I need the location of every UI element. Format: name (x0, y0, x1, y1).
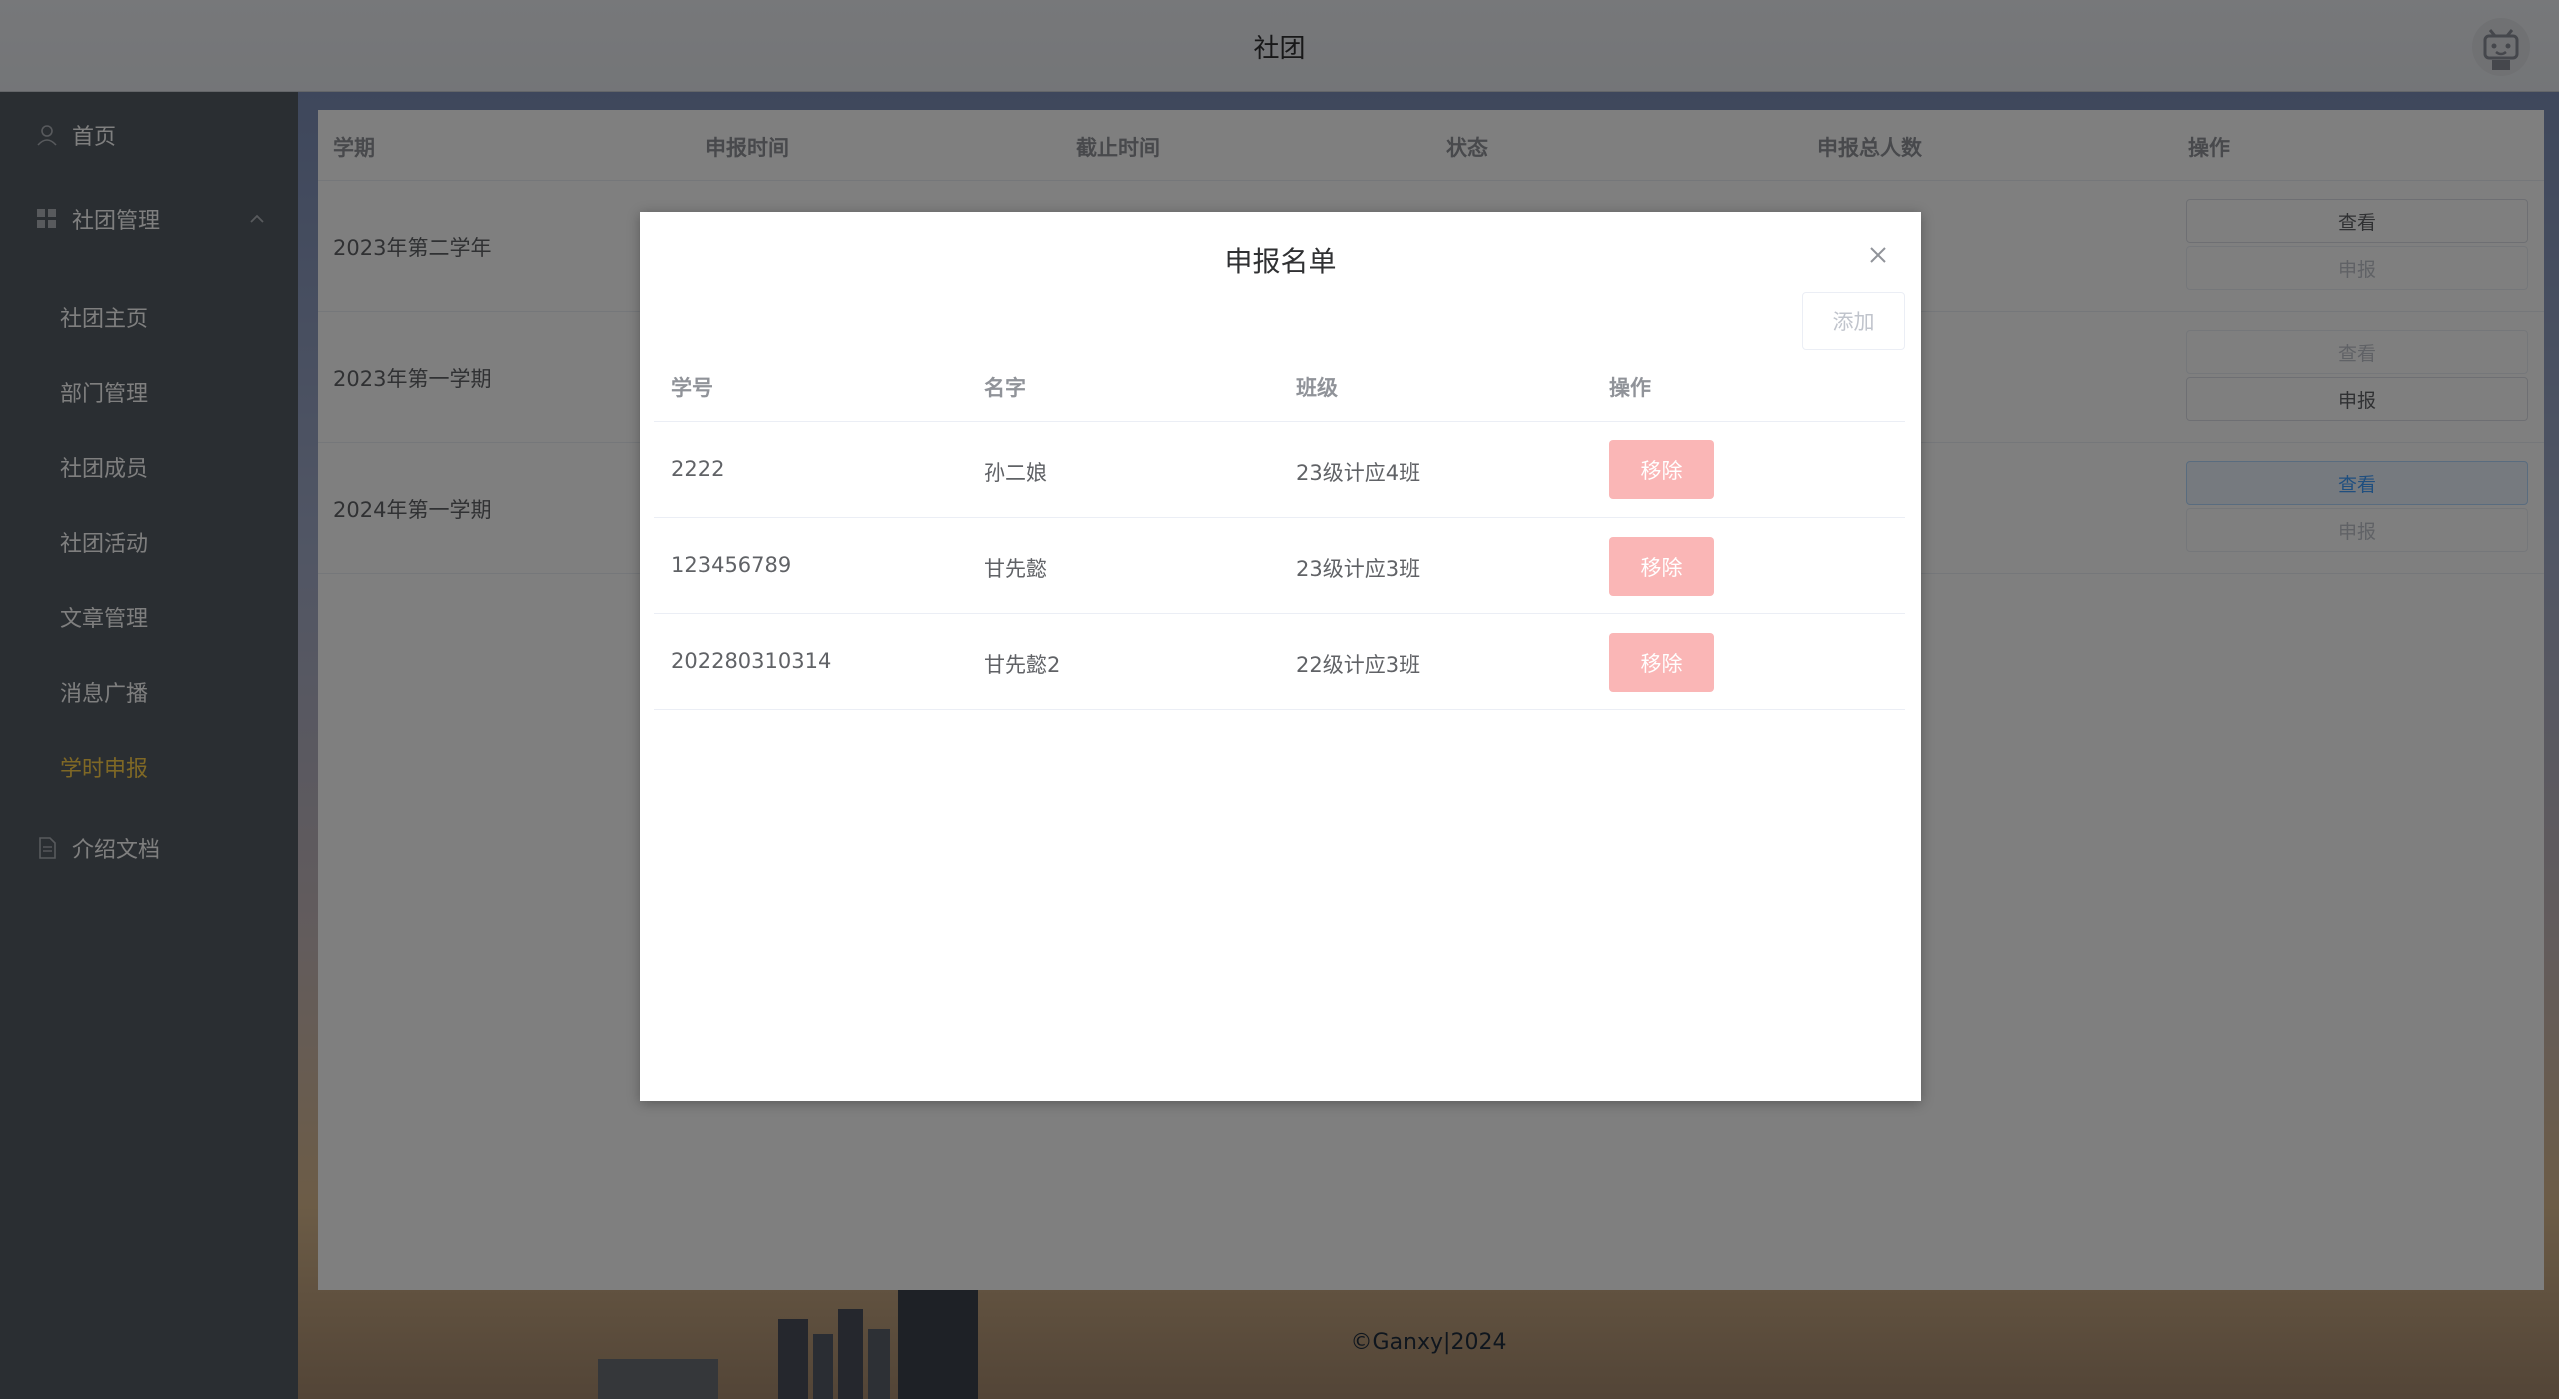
dialog-title: 申报名单 (1224, 245, 1337, 278)
student-id-cell: 123456789 (671, 553, 792, 577)
class-cell: 23级计应3班 (1296, 557, 1421, 581)
divider (654, 517, 1905, 518)
remove-button[interactable]: 移除 (1609, 440, 1714, 499)
name-cell: 甘先懿2 (984, 653, 1061, 677)
close-icon[interactable] (1867, 244, 1889, 266)
student-id-cell: 202280310314 (671, 649, 832, 673)
col-name: 名字 (984, 376, 1026, 400)
add-button[interactable]: 添加 (1802, 292, 1905, 350)
col-actions: 操作 (1609, 376, 1651, 400)
divider (654, 709, 1905, 710)
col-student-id: 学号 (671, 376, 713, 400)
class-cell: 23级计应4班 (1296, 461, 1421, 485)
name-cell: 甘先懿 (984, 557, 1047, 581)
remove-button[interactable]: 移除 (1609, 537, 1714, 596)
col-class: 班级 (1296, 376, 1338, 400)
divider (654, 421, 1905, 422)
name-cell: 孙二娘 (984, 461, 1047, 485)
divider (654, 613, 1905, 614)
report-list-dialog: 申报名单 添加 学号 名字 班级 操作 2222 孙二娘 23级计应4班 移除 … (640, 212, 1921, 1101)
remove-button[interactable]: 移除 (1609, 633, 1714, 692)
class-cell: 22级计应3班 (1296, 653, 1421, 677)
student-id-cell: 2222 (671, 457, 725, 481)
